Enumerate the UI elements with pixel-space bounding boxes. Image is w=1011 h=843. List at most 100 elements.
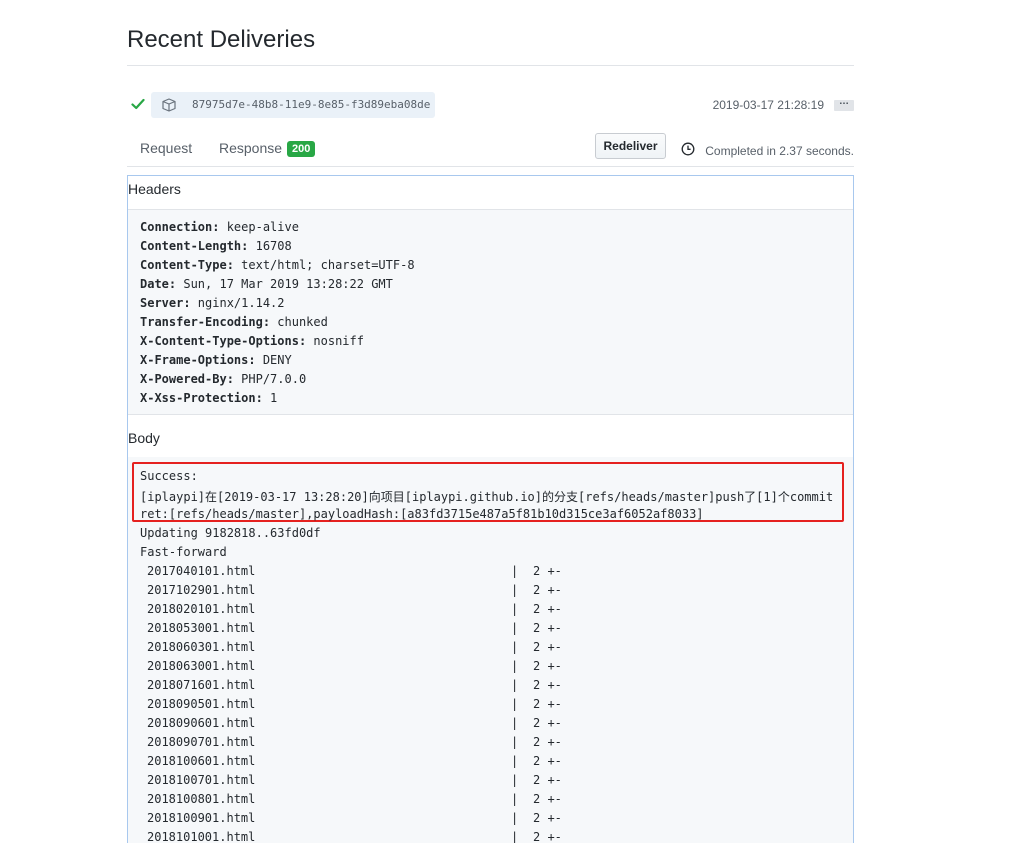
- file-separator: |: [511, 754, 519, 768]
- header-line: X-Xss-Protection: 1: [140, 391, 277, 405]
- file-separator: |: [511, 602, 519, 616]
- body-line: Updating 9182818..63fd0df: [140, 526, 321, 540]
- header-value: Sun, 17 Mar 2019 13:28:22 GMT: [176, 277, 393, 291]
- header-key: X-Powered-By:: [140, 372, 234, 386]
- file-separator: |: [511, 621, 519, 635]
- header-line: X-Content-Type-Options: nosniff: [140, 334, 364, 348]
- header-value: nosniff: [306, 334, 364, 348]
- header-key: Server:: [140, 296, 191, 310]
- page-title: Recent Deliveries: [127, 26, 316, 53]
- file-separator: |: [511, 697, 519, 711]
- file-separator: |: [511, 811, 519, 825]
- file-change-count: 2 +-: [533, 621, 562, 635]
- header-value: 16708: [248, 239, 292, 253]
- body-title: Body: [128, 430, 160, 446]
- headers-title: Headers: [128, 181, 181, 197]
- file-name: 2018100701.html: [147, 773, 256, 787]
- body-line: Fast-forward: [140, 545, 227, 559]
- file-separator: |: [511, 773, 519, 787]
- file-name: 2018053001.html: [147, 621, 256, 635]
- tab-bar: Request Response 200 Redeliver Completed …: [127, 131, 854, 167]
- header-value: text/html; charset=UTF-8: [233, 258, 415, 272]
- file-name: 2018100801.html: [147, 792, 256, 806]
- file-name: 2017102901.html: [147, 583, 256, 597]
- file-separator: |: [511, 640, 519, 654]
- tab-response[interactable]: Response 200: [219, 140, 316, 157]
- redeliver-button[interactable]: Redeliver: [595, 133, 666, 159]
- completed-time: Completed in 2.37 seconds.: [705, 144, 854, 158]
- header-key: Content-Length:: [140, 239, 249, 253]
- body-block: Success: [iplaypi]在[2019-03-17 13:28:20]向…: [128, 457, 853, 843]
- header-key: X-Frame-Options:: [140, 353, 256, 367]
- delivery-guid-box[interactable]: 87975d7e-48b8-11e9-8e85-f3d89eba08de: [151, 92, 435, 118]
- file-name: 2018090701.html: [147, 735, 256, 749]
- file-change-count: 2 +-: [533, 697, 562, 711]
- file-separator: |: [511, 716, 519, 730]
- file-separator: |: [511, 678, 519, 692]
- header-line: Transfer-Encoding: chunked: [140, 315, 328, 329]
- delivery-guid: 87975d7e-48b8-11e9-8e85-f3d89eba08de: [192, 98, 431, 111]
- file-name: 2017040101.html: [147, 564, 256, 578]
- delivery-row[interactable]: 87975d7e-48b8-11e9-8e85-f3d89eba08de 201…: [127, 92, 854, 118]
- header-line: X-Powered-By: PHP/7.0.0: [140, 372, 306, 386]
- tab-request[interactable]: Request: [140, 140, 192, 156]
- file-change-count: 2 +-: [533, 678, 562, 692]
- clock-icon: [681, 142, 695, 156]
- file-name: 2018090601.html: [147, 716, 256, 730]
- header-key: X-Content-Type-Options:: [140, 334, 307, 348]
- body-line: [iplaypi]在[2019-03-17 13:28:20]向项目[iplay…: [140, 490, 834, 504]
- body-line: ret:[refs/heads/master],payloadHash:[a83…: [140, 507, 704, 521]
- file-change-count: 2 +-: [533, 792, 562, 806]
- header-value: DENY: [255, 353, 292, 367]
- file-name: 2018090501.html: [147, 697, 256, 711]
- header-line: Content-Type: text/html; charset=UTF-8: [140, 258, 415, 272]
- body-line: Success:: [140, 469, 198, 483]
- file-change-count: 2 +-: [533, 583, 562, 597]
- file-separator: |: [511, 830, 519, 843]
- file-separator: |: [511, 564, 519, 578]
- delivery-timestamp: 2019-03-17 21:28:19: [712, 98, 824, 112]
- more-button[interactable]: …: [834, 97, 854, 111]
- header-value: PHP/7.0.0: [233, 372, 307, 386]
- headers-block: Connection: keep-alive Content-Length: 16…: [128, 210, 853, 415]
- file-separator: |: [511, 792, 519, 806]
- tab-response-label: Response: [219, 140, 283, 156]
- file-change-count: 2 +-: [533, 735, 562, 749]
- header-value: nginx/1.14.2: [190, 296, 285, 310]
- response-panel[interactable]: Headers Connection: keep-alive Content-Le…: [127, 175, 854, 843]
- check-icon: [131, 98, 145, 110]
- header-value: chunked: [270, 315, 328, 329]
- header-line: X-Frame-Options: DENY: [140, 353, 292, 367]
- header-line: Content-Length: 16708: [140, 239, 292, 253]
- file-change-count: 2 +-: [533, 716, 562, 730]
- file-change-count: 2 +-: [533, 773, 562, 787]
- file-separator: |: [511, 735, 519, 749]
- header-line: Connection: keep-alive: [140, 220, 299, 234]
- header-value: 1: [262, 391, 278, 405]
- file-change-count: 2 +-: [533, 754, 562, 768]
- file-name: 2018101001.html: [147, 830, 256, 843]
- header-key: Date:: [140, 277, 177, 291]
- file-change-count: 2 +-: [533, 602, 562, 616]
- file-change-count: 2 +-: [533, 830, 562, 843]
- file-name: 2018020101.html: [147, 602, 256, 616]
- title-divider: [127, 65, 854, 66]
- header-value: keep-alive: [219, 220, 299, 234]
- header-key: X-Xss-Protection:: [140, 391, 263, 405]
- header-key: Transfer-Encoding:: [140, 315, 271, 329]
- header-key: Content-Type:: [140, 258, 234, 272]
- file-name: 2018063001.html: [147, 659, 256, 673]
- package-icon: [162, 98, 176, 112]
- file-change-count: 2 +-: [533, 811, 562, 825]
- page: Recent Deliveries 87975d7e-48b8-11e9-8e8…: [0, 0, 1011, 843]
- header-key: Connection:: [140, 220, 220, 234]
- file-separator: |: [511, 583, 519, 597]
- header-line: Date: Sun, 17 Mar 2019 13:28:22 GMT: [140, 277, 393, 291]
- file-name: 2018060301.html: [147, 640, 256, 654]
- file-change-count: 2 +-: [533, 659, 562, 673]
- file-name: 2018071601.html: [147, 678, 256, 692]
- header-line: Server: nginx/1.14.2: [140, 296, 285, 310]
- file-change-count: 2 +-: [533, 640, 562, 654]
- status-badge: 200: [287, 141, 316, 157]
- file-separator: |: [511, 659, 519, 673]
